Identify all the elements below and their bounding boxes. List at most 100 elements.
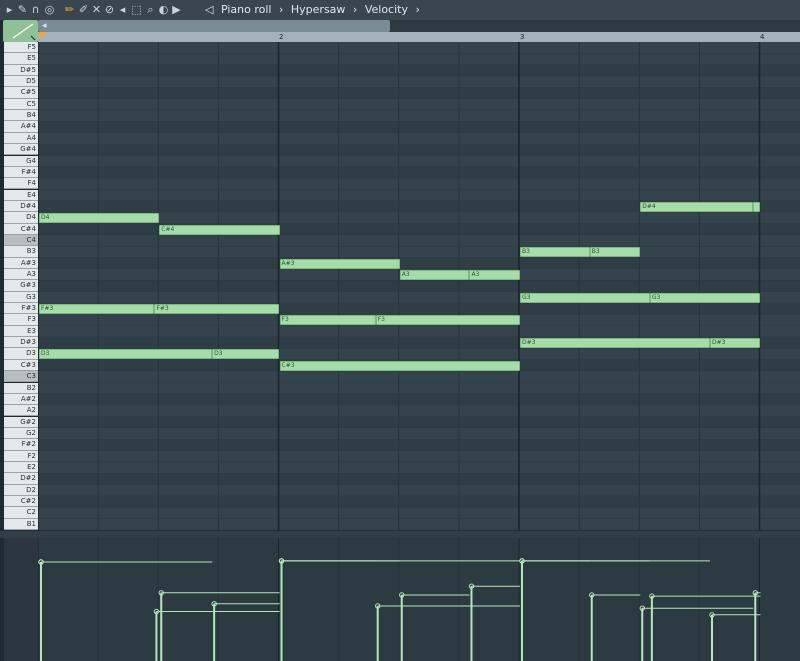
scrollbar-thumb[interactable]: ◂ xyxy=(38,20,390,32)
piano-key-d3[interactable]: D3 xyxy=(4,348,38,360)
grid-row xyxy=(38,280,800,292)
piano-key-g4[interactable]: G4 xyxy=(4,155,38,167)
note[interactable]: A3 xyxy=(469,270,520,280)
grid-row xyxy=(38,416,800,428)
piano-key-dsharp5[interactable]: D#5 xyxy=(4,64,38,76)
piano-key-a2[interactable]: A2 xyxy=(4,405,38,417)
piano-key-f2[interactable]: F2 xyxy=(4,450,38,462)
timeline-ruler[interactable]: 2 3 4 xyxy=(38,32,800,42)
mute-icon[interactable]: ⊘ xyxy=(104,3,115,16)
piano-key-csharp5[interactable]: C#5 xyxy=(4,87,38,99)
select-icon[interactable]: ⬚ xyxy=(131,3,142,16)
pencil-icon[interactable]: ✏ xyxy=(64,3,75,16)
piano-key-dsharp2[interactable]: D#2 xyxy=(4,473,38,485)
piano-key-g2[interactable]: G2 xyxy=(4,427,38,440)
piano-key-fsharp4[interactable]: F#4 xyxy=(4,166,38,179)
piano-key-asharp3[interactable]: A#3 xyxy=(4,257,38,269)
piano-key-gsharp4[interactable]: G#4 xyxy=(4,144,38,156)
note[interactable]: B3 xyxy=(520,247,590,258)
note[interactable]: C#4 xyxy=(159,224,280,235)
piano-key-c5[interactable]: C5 xyxy=(4,98,38,111)
note[interactable]: D#3 xyxy=(520,338,710,349)
piano-key-b4[interactable]: B4 xyxy=(4,110,38,122)
piano-key-f5[interactable]: F5 xyxy=(4,42,38,54)
wrench-icon[interactable]: ✎ xyxy=(17,3,28,16)
piano-key-c2[interactable]: C2 xyxy=(4,507,38,519)
magnet-icon[interactable]: ∩ xyxy=(30,3,41,16)
grid-row xyxy=(38,461,800,474)
piano-key-b1[interactable]: B1 xyxy=(4,518,38,530)
piano-key-csharp2[interactable]: C#2 xyxy=(4,496,38,508)
event-selector[interactable] xyxy=(4,538,38,661)
note[interactable]: F#3 xyxy=(39,304,155,315)
note[interactable]: D3 xyxy=(39,349,213,360)
breadcrumb-separator: › xyxy=(278,3,284,16)
note[interactable]: F#3 xyxy=(154,304,280,315)
piano-key-a4[interactable]: A4 xyxy=(4,132,38,145)
breadcrumb-item[interactable]: Velocity xyxy=(365,3,408,16)
piano-key-b3[interactable]: B3 xyxy=(4,246,38,258)
note[interactable]: B3 xyxy=(589,247,641,258)
piano-key-dsharp4[interactable]: D#4 xyxy=(4,200,38,213)
piano-key-asharp2[interactable]: A#2 xyxy=(4,393,38,406)
piano-key-c3[interactable]: C3 xyxy=(4,371,38,383)
breadcrumb[interactable]: ◁ Piano roll › Hypersaw › Velocity › xyxy=(205,3,424,17)
piano-key-g3[interactable]: G3 xyxy=(4,291,38,303)
note[interactable]: G3 xyxy=(649,292,761,303)
piano-key-c4[interactable]: C4 xyxy=(4,234,38,247)
grid-row xyxy=(38,371,800,383)
slice-icon[interactable]: ◂ xyxy=(117,3,128,16)
playhead-marker[interactable] xyxy=(38,32,46,39)
piano-key-f4[interactable]: F4 xyxy=(4,178,38,190)
delete-icon[interactable]: ✕ xyxy=(91,3,102,16)
velocity-lane[interactable] xyxy=(38,538,800,661)
piano-key-e5[interactable]: E5 xyxy=(4,53,38,65)
zoom-icon[interactable]: ⌕ xyxy=(145,3,156,16)
note[interactable]: D3 xyxy=(212,349,280,360)
note[interactable]: C#3 xyxy=(279,360,520,371)
breadcrumb-item[interactable]: Hypersaw xyxy=(291,3,346,16)
piano-key-a3[interactable]: A3 xyxy=(4,269,38,281)
note[interactable]: F3 xyxy=(375,315,520,326)
note[interactable]: G3 xyxy=(520,292,650,303)
pane-divider[interactable] xyxy=(0,531,800,538)
stamp-icon[interactable]: ◎ xyxy=(44,3,55,16)
piano-key-asharp4[interactable]: A#4 xyxy=(4,121,38,133)
playback-icon[interactable]: ◐ xyxy=(158,3,169,16)
piano-key-d2[interactable]: D2 xyxy=(4,484,38,496)
piano-key-e4[interactable]: E4 xyxy=(4,189,38,201)
piano-key-gsharp2[interactable]: G#2 xyxy=(4,416,38,428)
note[interactable]: D#4 xyxy=(640,201,754,212)
grid-row xyxy=(38,507,800,519)
scroll-left-icon[interactable]: ◂ xyxy=(42,20,47,32)
note-grid[interactable]: D4 C#4 F#3 F#3 D3 D3 A#3 A3 A3 F3 F3 C#3 B3 B3 G3 G3 D#3… xyxy=(38,42,800,531)
piano-key-fsharp2[interactable]: F#2 xyxy=(4,439,38,451)
piano-key-b2[interactable]: B2 xyxy=(4,382,38,394)
piano-key-csharp3[interactable]: C#3 xyxy=(4,359,38,372)
breadcrumb-item[interactable]: Piano roll xyxy=(221,3,272,16)
piano-key-csharp4[interactable]: C#4 xyxy=(4,223,38,235)
horizontal-scrollbar[interactable]: ◂ xyxy=(38,20,800,32)
note[interactable]: A#3 xyxy=(279,258,400,269)
paint-brush-icon[interactable]: ✐ xyxy=(78,3,89,16)
piano-keyboard[interactable]: F5 E5 D#5 D5 C#5 C5 B4 A#4 A4 G#4 G4 F#4 F4 E4 D#4 D4 C#… xyxy=(4,42,38,531)
grid-row xyxy=(38,450,800,462)
note[interactable]: F3 xyxy=(279,315,376,326)
note[interactable] xyxy=(753,201,761,212)
speaker-icon[interactable]: ▶ xyxy=(171,3,182,16)
speaker-icon: ◁ xyxy=(205,3,214,16)
piano-key-d5[interactable]: D5 xyxy=(4,76,38,88)
piano-key-dsharp3[interactable]: D#3 xyxy=(4,337,38,349)
note[interactable]: A3 xyxy=(399,270,470,280)
piano-key-gsharp3[interactable]: G#3 xyxy=(4,280,38,292)
piano-key-d4[interactable]: D4 xyxy=(4,212,38,224)
tool-corner-button[interactable] xyxy=(3,20,38,42)
piano-key-e3[interactable]: E3 xyxy=(4,325,38,338)
piano-key-f3[interactable]: F3 xyxy=(4,314,38,326)
grid-row xyxy=(38,166,800,179)
menu-arrow-icon[interactable]: ▸ xyxy=(4,3,15,16)
note[interactable]: D4 xyxy=(39,213,160,224)
piano-key-fsharp3[interactable]: F#3 xyxy=(4,303,38,315)
piano-key-e2[interactable]: E2 xyxy=(4,461,38,474)
note[interactable]: D#3 xyxy=(709,338,761,349)
